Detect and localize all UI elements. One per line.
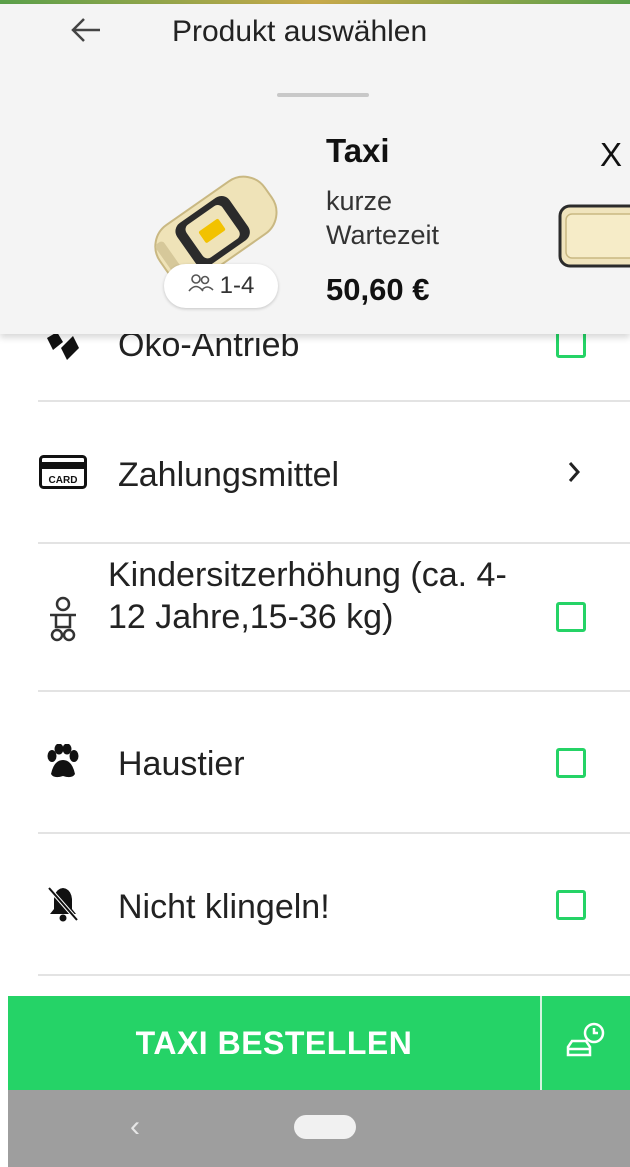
next-product-name: X [600,136,623,173]
drag-handle[interactable] [277,93,369,97]
product-name: Taxi [326,132,390,169]
page-title: Produkt auswählen [172,15,428,48]
back-button[interactable] [62,12,110,52]
child-seat-checkbox[interactable] [556,602,586,632]
svg-text:CARD: CARD [49,475,78,486]
back-arrow-icon [70,17,102,48]
product-card-next[interactable]: X [552,114,630,329]
baby-icon [38,594,88,644]
product-price: 50,60 € [326,272,430,307]
next-car-image [556,200,630,272]
option-child-seat[interactable]: Kindersitzerhöhung (ca. 4-12 Jahre,15-36… [0,544,630,690]
option-payment-label: Zahlungsmittel [118,456,340,494]
option-child-seat-label: Kindersitzerhöhung (ca. 4-12 Jahre,15-36… [108,556,507,636]
nav-back-button[interactable]: ‹ [130,1110,140,1144]
order-bar: TAXI BESTELLEN [8,996,630,1090]
passenger-badge: 1-4 [164,264,278,308]
option-payment[interactable]: CARD Zahlungsmittel [0,402,630,542]
people-icon [188,272,214,300]
divider [38,974,630,976]
option-no-ring[interactable]: Nicht klingeln! [0,834,630,974]
bell-off-icon [38,884,88,924]
system-navigation-bar: ‹ [8,1090,630,1167]
product-selector-header: Produkt auswählen 1-4 Taxi kurze Warteze… [0,4,630,334]
pet-checkbox[interactable] [556,748,586,778]
order-taxi-button[interactable]: TAXI BESTELLEN [8,996,540,1090]
schedule-ride-button[interactable] [542,996,630,1090]
passenger-count: 1-4 [219,272,255,299]
paw-icon [38,742,88,782]
option-no-ring-label: Nicht klingeln! [118,888,330,926]
chevron-right-icon [566,460,582,489]
nav-home-button[interactable] [294,1115,356,1139]
product-description: kurze Wartezeit [326,186,440,250]
car-clock-icon [564,1021,608,1066]
card-icon: CARD [38,452,88,492]
no-ring-checkbox[interactable] [556,890,586,920]
product-card-taxi[interactable]: 1-4 Taxi kurze Wartezeit 50,60 € [130,114,490,329]
option-pet-label: Haustier [118,745,245,783]
option-pet[interactable]: Haustier [0,692,630,832]
